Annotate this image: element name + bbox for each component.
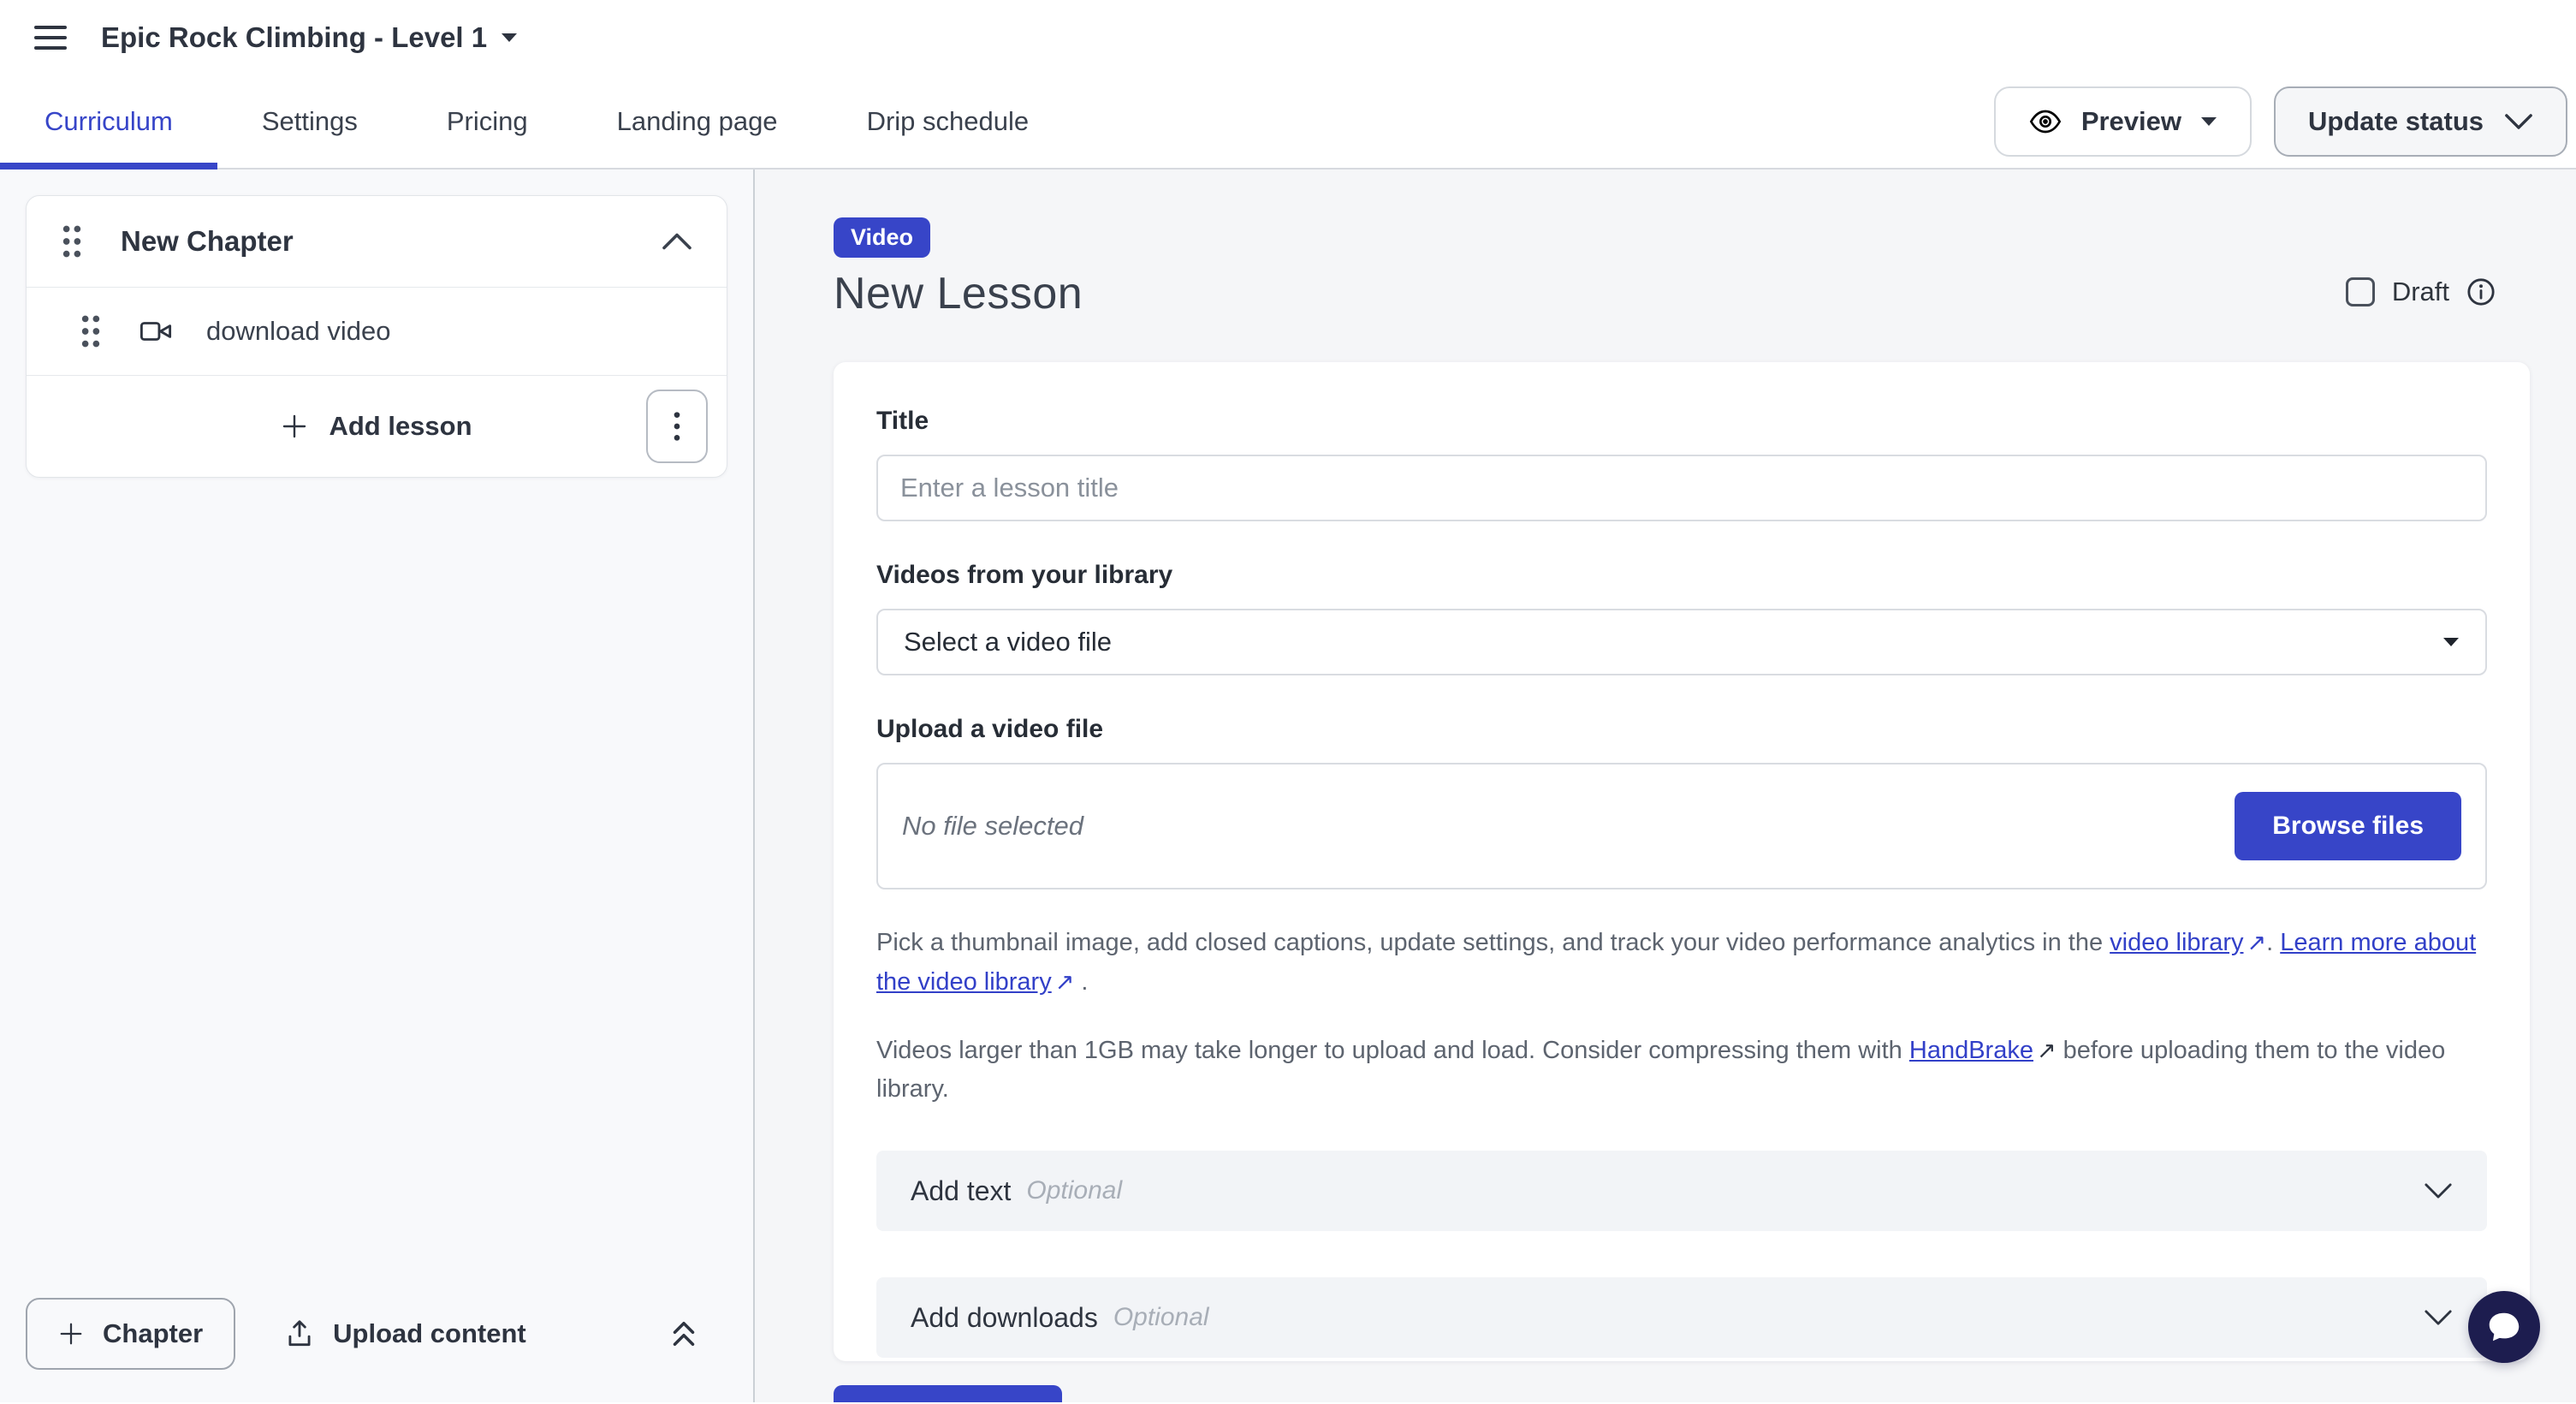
help-text: Pick a thumbnail image, add closed capti… <box>876 929 2110 956</box>
sidebar-toolbar: Chapter Upload content <box>0 1282 753 1402</box>
upload-icon <box>283 1318 316 1350</box>
eye-icon <box>2028 104 2063 139</box>
course-title: Epic Rock Climbing - Level 1 <box>101 21 487 54</box>
plus-icon <box>281 413 308 440</box>
help-text: Videos larger than 1GB may take longer t… <box>876 1037 1909 1064</box>
add-downloads-label: Add downloads <box>911 1302 1098 1334</box>
lesson-heading: Video New Lesson <box>834 217 1083 319</box>
add-lesson-label: Add lesson <box>329 411 472 442</box>
tab-curriculum[interactable]: Curriculum <box>0 75 217 168</box>
info-icon[interactable] <box>2466 277 2496 306</box>
chevron-down-icon <box>2424 1181 2453 1200</box>
add-lesson-button[interactable]: Add lesson <box>281 411 472 442</box>
lesson-form-card: Title Videos from your library Select a … <box>834 362 2530 1361</box>
draft-control: Draft <box>2346 277 2496 307</box>
video-library-link[interactable]: video library <box>2110 929 2243 956</box>
no-file-text: No file selected <box>902 811 1083 842</box>
tab-landing-page[interactable]: Landing page <box>573 75 822 168</box>
tabbar-actions: Preview Update status <box>1994 86 2567 157</box>
preview-label: Preview <box>2081 106 2181 137</box>
save-lesson-button[interactable]: Save lesson <box>834 1385 1062 1402</box>
tab-drip-schedule[interactable]: Drip schedule <box>822 75 1074 168</box>
tab-pricing[interactable]: Pricing <box>402 75 573 168</box>
lesson-heading-row: Video New Lesson Draft <box>834 217 2530 319</box>
preview-button[interactable]: Preview <box>1994 86 2252 157</box>
caret-down-icon <box>2442 637 2460 647</box>
lesson-row[interactable]: download video <box>27 288 727 375</box>
add-chapter-label: Chapter <box>103 1318 203 1349</box>
page-title: New Lesson <box>834 268 1083 319</box>
upload-content-label: Upload content <box>333 1318 526 1349</box>
lesson-editor-panel: Video New Lesson Draft Title Videos from… <box>755 170 2576 1402</box>
external-link-icon: ↗ <box>2243 925 2266 961</box>
caret-down-icon <box>2200 116 2217 127</box>
link-label: HandBrake <box>1909 1037 2033 1064</box>
tab-settings[interactable]: Settings <box>217 75 402 168</box>
chapter-footer: Add lesson <box>27 376 727 477</box>
draft-checkbox[interactable] <box>2346 277 2375 306</box>
handbrake-link[interactable]: HandBrake <box>1909 1037 2033 1064</box>
chevron-down-icon <box>2424 1308 2453 1327</box>
help-text: . <box>1074 968 1088 996</box>
drag-handle-icon[interactable] <box>80 314 102 348</box>
update-status-label: Update status <box>2308 106 2484 137</box>
external-link-icon: ↗ <box>1052 964 1075 1001</box>
compression-help-text: Videos larger than 1GB may take longer t… <box>876 1032 2487 1110</box>
upload-field-label: Upload a video file <box>876 715 2487 744</box>
chevron-up-icon[interactable] <box>662 232 692 251</box>
tab-bar: Curriculum Settings Pricing Landing page… <box>0 75 2576 170</box>
curriculum-sidebar: New Chapter download video <box>0 170 755 1402</box>
lesson-title-input[interactable] <box>876 455 2487 521</box>
chat-launcher-button[interactable] <box>2468 1291 2540 1363</box>
chapter-card: New Chapter download video <box>26 195 727 478</box>
optional-label: Optional <box>1026 1176 1122 1205</box>
caret-down-icon <box>501 33 518 43</box>
top-bar: Epic Rock Climbing - Level 1 <box>0 0 2576 75</box>
browse-files-button[interactable]: Browse files <box>2235 792 2461 860</box>
video-library-select-value: Select a video file <box>904 627 1112 657</box>
course-title-dropdown[interactable]: Epic Rock Climbing - Level 1 <box>101 21 518 54</box>
link-label: video library <box>2110 929 2243 956</box>
kebab-menu-icon <box>673 409 681 443</box>
title-field-label: Title <box>876 407 2487 436</box>
chapter-title: New Chapter <box>121 225 294 258</box>
plus-icon <box>58 1321 84 1347</box>
library-field-label: Videos from your library <box>876 561 2487 590</box>
lesson-type-badge: Video <box>834 217 930 258</box>
help-text: . <box>2266 929 2280 956</box>
video-library-help-text: Pick a thumbnail image, add closed capti… <box>876 924 2487 1002</box>
update-status-button[interactable]: Update status <box>2274 86 2567 157</box>
content-area: New Chapter download video <box>0 170 2576 1402</box>
optional-label: Optional <box>1113 1303 1209 1332</box>
video-camera-icon <box>139 315 172 348</box>
chevron-down-icon <box>2504 112 2533 131</box>
lesson-title: download video <box>206 316 390 347</box>
add-chapter-button[interactable]: Chapter <box>26 1298 235 1370</box>
file-upload-box: No file selected Browse files <box>876 763 2487 889</box>
upload-content-button[interactable]: Upload content <box>283 1318 526 1350</box>
collapse-all-icon[interactable] <box>666 1316 702 1352</box>
chat-bubble-icon <box>2484 1307 2524 1347</box>
draft-label: Draft <box>2392 277 2449 307</box>
add-downloads-accordion[interactable]: Add downloads Optional <box>876 1277 2487 1358</box>
chapter-header[interactable]: New Chapter <box>27 196 727 287</box>
add-text-label: Add text <box>911 1175 1011 1207</box>
drag-handle-icon[interactable] <box>61 224 83 259</box>
external-link-icon: ↗ <box>2033 1032 2057 1069</box>
video-library-select[interactable]: Select a video file <box>876 609 2487 675</box>
add-text-accordion[interactable]: Add text Optional <box>876 1151 2487 1231</box>
hamburger-menu-icon[interactable] <box>34 26 67 50</box>
chapter-menu-button[interactable] <box>646 390 708 463</box>
